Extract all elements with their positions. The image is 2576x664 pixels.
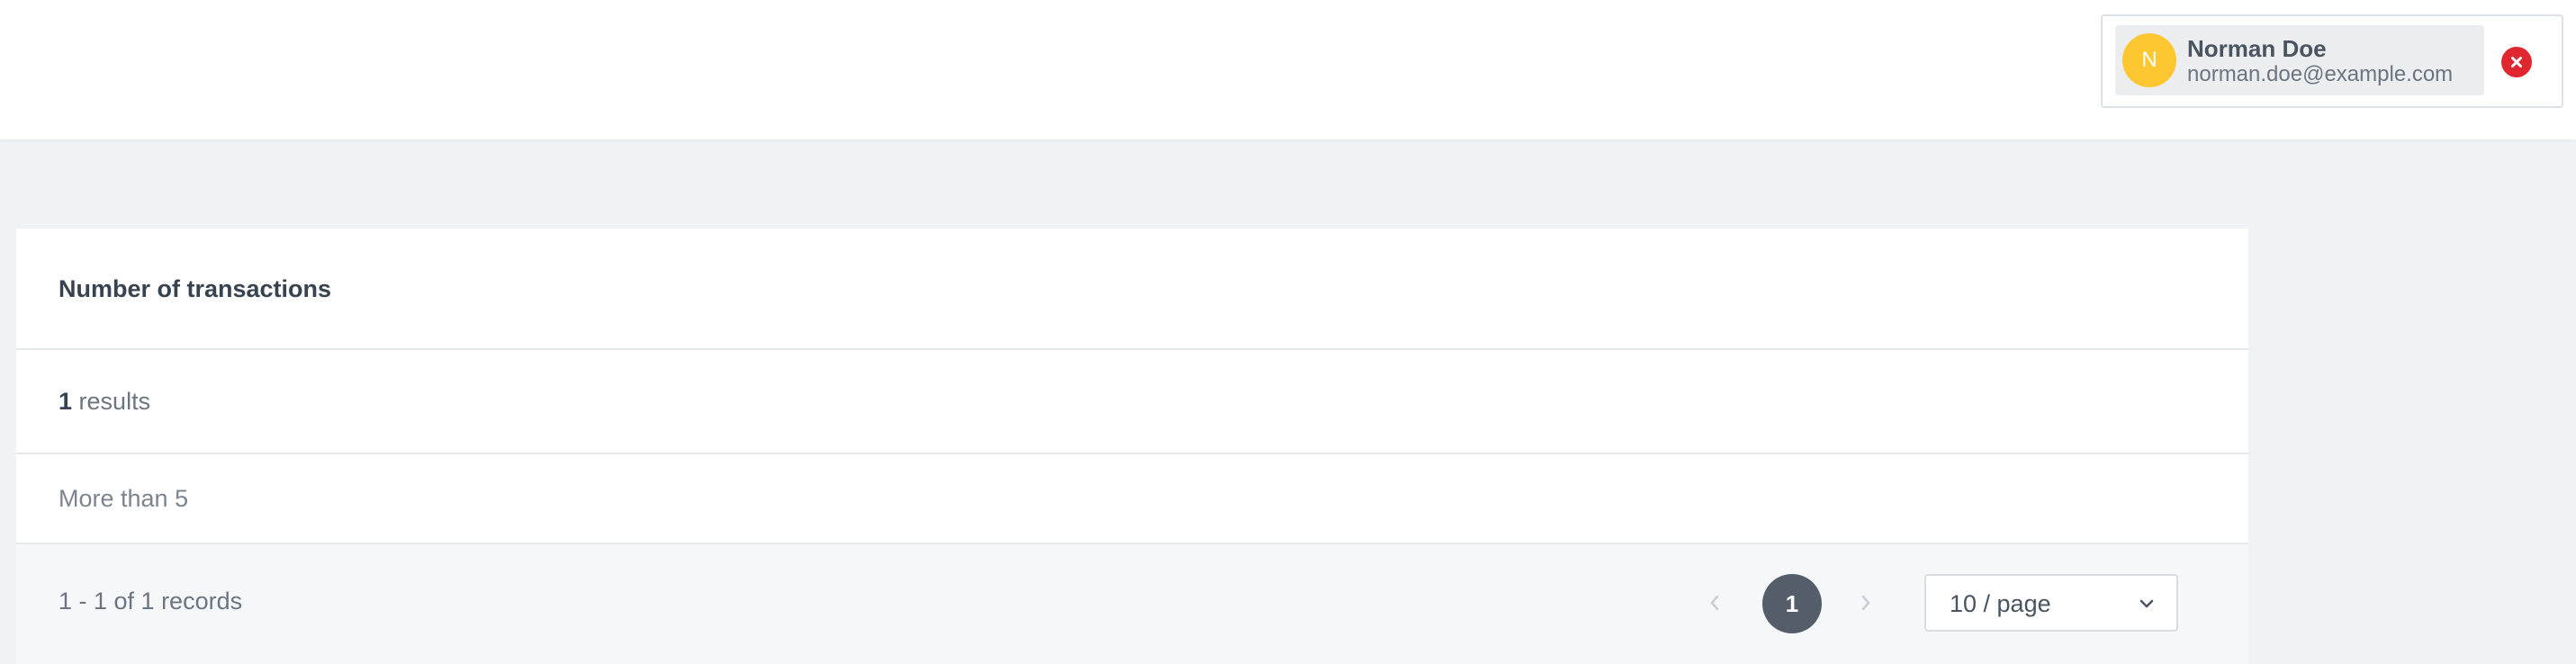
card-header: Number of transactions (16, 229, 2248, 350)
chevron-right-icon (1861, 595, 1870, 611)
top-bar: N Norman Doe norman.doe@example.com (0, 0, 2576, 139)
results-summary: 1 results (16, 350, 2248, 454)
chevron-down-icon (2139, 599, 2154, 608)
user-filter-chip: N Norman Doe norman.doe@example.com (2101, 14, 2563, 108)
results-count: 1 (59, 388, 73, 415)
page-size-select[interactable]: 10 / page (1924, 574, 2178, 632)
user-email: norman.doe@example.com (2187, 62, 2454, 86)
close-circle-icon (2511, 57, 2522, 67)
results-label: results (78, 388, 151, 415)
pagination-footer: 1 - 1 of 1 records 1 10 / page (16, 544, 2248, 664)
next-page-button[interactable] (1852, 588, 1879, 618)
row-label: More than 5 (59, 485, 189, 512)
table-row[interactable]: More than 5 (16, 454, 2248, 544)
records-summary: 1 - 1 of 1 records (59, 588, 243, 615)
remove-user-button[interactable] (2501, 47, 2532, 77)
previous-page-button[interactable] (1701, 588, 1728, 618)
page-size-value: 10 / page (1950, 590, 2051, 617)
user-name: Norman Doe (2187, 35, 2327, 62)
page-1-button[interactable]: 1 (1762, 574, 1822, 633)
results-text: 1 results (59, 388, 150, 416)
avatar: N (2122, 33, 2176, 87)
card-title: Number of transactions (59, 275, 332, 302)
transactions-card: Number of transactions 1 results More th… (16, 229, 2248, 664)
user-card[interactable]: N Norman Doe norman.doe@example.com (2115, 25, 2484, 95)
chevron-left-icon (1710, 595, 1719, 611)
